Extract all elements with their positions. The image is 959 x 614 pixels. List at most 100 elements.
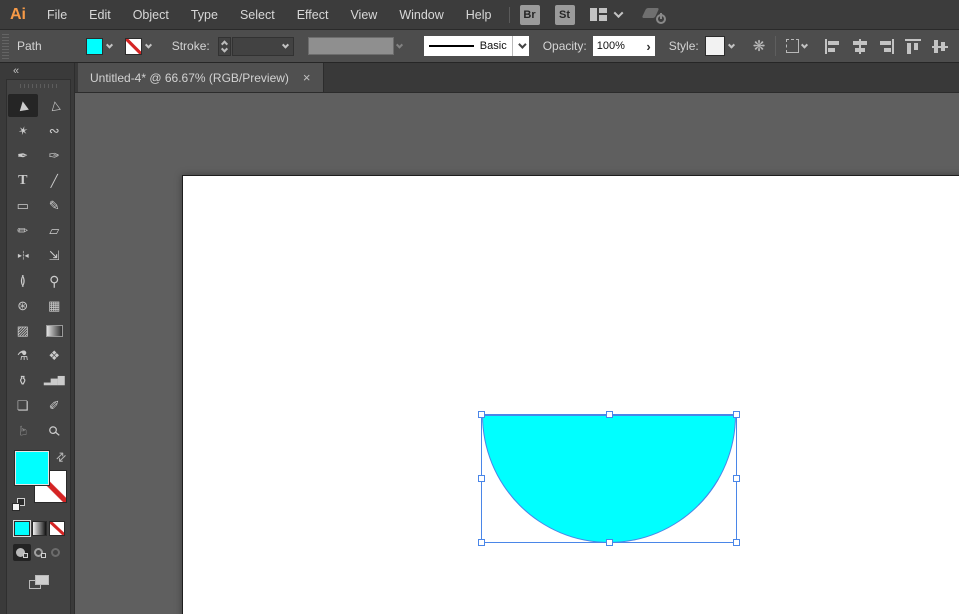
menu-edit[interactable]: Edit [78,8,122,22]
stroke-color-swatch[interactable] [124,37,142,55]
fill-swatch[interactable] [14,450,50,486]
tool-panel-body: ▶ ▷ ✶ ∾ ✒ ✑ T ╱ ▭ ✎ ✏ ▱ ▸┆◂ ⇲ ≬ ⚲ ⊛ ▦ ▨ ▮ ⚗ ❖ ⚱ ▂▅▇ ❏ ✐ ☞ ⚲ ⇄ [6,79,71,614]
swap-fill-stroke-icon[interactable]: ⇄ [52,448,69,465]
fill-color-swatch[interactable] [85,37,103,55]
chevron-down-icon [517,40,527,49]
draw-normal-button[interactable] [13,544,31,561]
stroke-style-combo[interactable]: Basic [423,36,529,56]
artboard-tool-icon: ❏ [16,398,29,413]
workspace-chevron-icon[interactable] [613,8,623,19]
zoom-tool[interactable]: ⚲ [39,418,71,443]
stroke-weight-dropdown[interactable] [279,38,293,55]
shaper-tool[interactable]: ✏ [7,218,39,243]
opacity-label: Opacity: [542,39,587,53]
graphic-style-dropdown[interactable] [725,38,739,55]
magic-wand-tool[interactable]: ✶ [7,118,39,143]
menu-object[interactable]: Object [122,8,180,22]
gradient-button[interactable] [31,521,48,536]
line-segment-tool[interactable]: ╱ [39,168,71,193]
half-circle-shape[interactable] [482,415,736,543]
default-fill-stroke-icon[interactable] [12,498,25,511]
column-graph-tool[interactable]: ▂▅▇ [39,368,71,393]
hand-tool[interactable]: ☞ [7,418,39,443]
workspace-switcher-icon[interactable] [589,8,607,21]
panel-drag-grip[interactable] [19,84,58,88]
menu-help[interactable]: Help [455,8,503,22]
graphic-style-swatch[interactable] [704,36,725,56]
menu-effect[interactable]: Effect [286,8,340,22]
opacity-slider-icon[interactable]: › [646,40,650,53]
eraser-tool[interactable]: ▱ [39,218,71,243]
stroke-color-dropdown[interactable] [142,38,156,55]
curvature-tool[interactable]: ✑ [39,143,71,168]
brush-definition-field [307,37,394,55]
artboard-tool[interactable]: ❏ [7,393,39,418]
change-screen-mode-icon[interactable] [28,575,49,589]
fill-color-dropdown[interactable] [103,38,117,55]
document-tab[interactable]: Untitled-4* @ 66.67% (RGB/Preview) × [78,63,324,92]
selection-handle[interactable] [478,539,485,546]
menu-select[interactable]: Select [229,8,286,22]
selection-handle[interactable] [733,411,740,418]
stock-button[interactable]: St [554,4,575,25]
menu-bar: Ai File Edit Object Type Select Effect View Win… [0,0,959,30]
menu-file[interactable]: File [36,8,78,22]
eyedropper-tool[interactable]: ⚗ [7,343,39,368]
selection-tool[interactable]: ▶ [8,94,38,117]
rotate-tool[interactable]: ▸┆◂ [7,243,39,268]
paintbrush-tool[interactable]: ✎ [39,193,71,218]
stepper-down-icon[interactable] [220,45,228,53]
lasso-tool[interactable]: ∾ [39,118,71,143]
artboard[interactable] [182,175,959,614]
shape-builder-tool[interactable]: ⊛ [7,293,39,318]
vertical-align-top-icon[interactable] [904,38,923,55]
perspective-grid-tool-icon: ▦ [48,298,61,313]
scale-tool[interactable]: ⇲ [39,243,71,268]
collapse-panel-icon[interactable]: « [13,65,19,77]
direct-selection-tool[interactable]: ▷ [39,93,71,118]
none-button[interactable] [49,521,66,536]
vertical-align-center-icon[interactable] [931,38,950,55]
panel-grip-handle[interactable] [2,33,9,59]
pen-tool[interactable]: ✒ [7,143,39,168]
stroke-weight-stepper[interactable] [217,36,231,56]
selection-handle[interactable] [478,475,485,482]
canvas-area[interactable] [75,93,959,614]
bridge-button[interactable]: Br [519,4,540,25]
free-transform-tool[interactable]: ⚲ [39,268,71,293]
width-tool[interactable]: ≬ [7,268,39,293]
horizontal-align-right-icon[interactable] [877,38,896,55]
type-tool-icon: T [18,172,28,188]
perspective-grid-tool[interactable]: ▦ [39,293,71,318]
stroke-style-name: Basic [479,40,507,52]
selection-handle[interactable] [733,539,740,546]
type-tool[interactable]: T [7,168,39,193]
blend-tool[interactable]: ❖ [39,343,71,368]
draw-behind-button[interactable] [31,544,49,561]
opacity-value[interactable]: 100% [597,40,647,52]
color-button[interactable] [13,520,31,537]
selection-handle[interactable] [733,475,740,482]
stroke-weight-field[interactable] [231,36,294,56]
horizontal-align-center-icon[interactable] [850,38,869,55]
selection-bounding-box[interactable] [478,411,740,546]
selection-handle[interactable] [478,411,485,418]
slice-tool[interactable]: ✐ [39,393,71,418]
eraser-tool-icon: ▱ [49,223,60,238]
selection-handle[interactable] [606,411,613,418]
menu-view[interactable]: View [339,8,388,22]
close-tab-icon[interactable]: × [303,71,311,84]
gradient-tool[interactable]: ▮ [39,318,71,343]
selection-handle[interactable] [606,539,613,546]
isolate-selected-object-button[interactable] [786,39,809,53]
opacity-field[interactable]: 100% › [592,36,655,56]
recolor-artwork-icon[interactable]: ❋ [753,39,766,54]
menu-type[interactable]: Type [180,8,229,22]
menu-window[interactable]: Window [388,8,454,22]
stroke-style-dropdown[interactable] [511,36,529,56]
symbol-sprayer-tool[interactable]: ⚱ [7,368,39,393]
horizontal-align-left-icon[interactable] [823,38,842,55]
mesh-tool[interactable]: ▨ [7,318,39,343]
rectangle-tool[interactable]: ▭ [7,193,39,218]
stroke-style-preview[interactable]: Basic [423,36,512,56]
